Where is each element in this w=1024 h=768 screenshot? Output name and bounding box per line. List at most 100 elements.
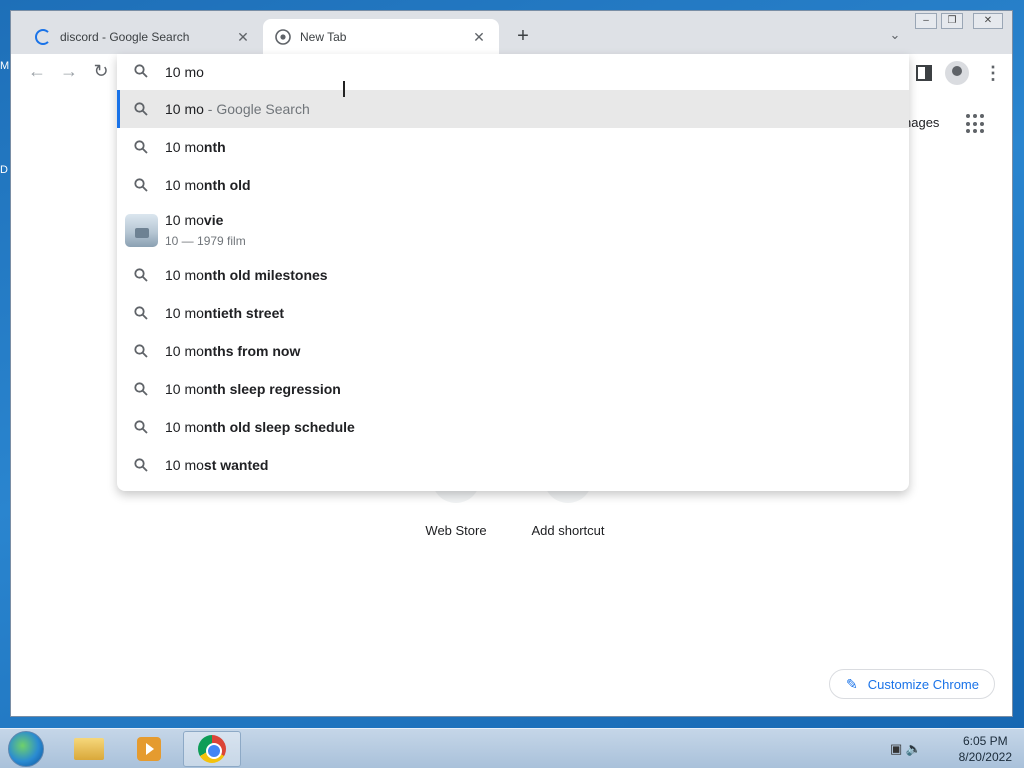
suggestion-typed: 10 mo: [165, 267, 204, 283]
search-icon: [117, 140, 165, 154]
search-icon: [117, 102, 165, 116]
suggestion-row[interactable]: 10 month: [117, 128, 909, 166]
suggestion-text: 10 month: [165, 139, 226, 155]
taskbar-explorer[interactable]: [60, 731, 118, 767]
suggestion-text: 10 month old sleep schedule: [165, 419, 355, 435]
chrome-icon: [275, 28, 291, 45]
taskbar: ▣ 🔈 6:05 PM 8/20/2022: [0, 728, 1024, 768]
suggestion-suffix: - Google Search: [203, 101, 310, 117]
suggestion-text: 10 month sleep regression: [165, 381, 341, 397]
suggestion-completion: nth: [203, 139, 226, 155]
suggestion-text: 10 montieth street: [165, 305, 284, 321]
suggestion-row[interactable]: 10 month old: [117, 166, 909, 204]
suggestion-completion: nth old sleep schedule: [203, 419, 355, 435]
suggestion-list: 10 mo - Google Search 10 month 10 month ol…: [117, 90, 909, 484]
suggestion-typed: 10 mo: [165, 305, 204, 321]
clock-time: 6:05 PM: [962, 734, 1008, 748]
suggestion-completion: nths from now: [203, 343, 301, 359]
suggestion-row[interactable]: 10 movie 10 — 1979 film: [117, 204, 909, 256]
search-icon: [117, 420, 165, 434]
tab-title: New Tab: [300, 29, 347, 44]
shortcut-add[interactable]: Add shortcut: [518, 523, 618, 538]
close-window-button[interactable]: ✕: [973, 13, 1003, 29]
suggestion-completion: nth old milestones: [203, 267, 328, 283]
suggestion-row[interactable]: 10 mo - Google Search: [117, 90, 909, 128]
tab-strip: discord - Google Search ✕ New Tab ✕ + ⌄ …: [11, 11, 1012, 54]
google-apps-icon[interactable]: [966, 114, 986, 134]
profile-avatar-icon[interactable]: [945, 61, 969, 85]
taskbar-media-player[interactable]: [120, 731, 178, 767]
suggestion-typed: 10 mo: [165, 343, 204, 359]
omnibox-input[interactable]: [165, 64, 765, 80]
suggestion-text: 10 month old milestones: [165, 267, 328, 283]
images-link[interactable]: nages: [904, 115, 939, 130]
restore-button[interactable]: ❐: [941, 13, 963, 29]
suggestion-typed: 10 mo: [165, 381, 204, 397]
suggestion-typed: 10 mo: [165, 419, 204, 435]
forward-arrow-icon[interactable]: →: [57, 60, 81, 84]
pencil-icon: ✎: [846, 675, 858, 692]
volume-icon[interactable]: 🔈: [906, 741, 922, 756]
clock-date: 8/20/2022: [958, 750, 1012, 764]
search-icon: [117, 344, 165, 358]
chrome-icon: [198, 735, 226, 763]
tab-search-chevron-icon[interactable]: ⌄: [885, 27, 905, 47]
suggestion-subtitle: 10 — 1979 film: [165, 234, 246, 248]
search-icon: [117, 268, 165, 282]
suggestion-text: 10 movie 10 — 1979 film: [165, 212, 246, 248]
suggestion-text: 10 mo - Google Search: [165, 101, 310, 117]
suggestion-typed: 10 mo: [165, 457, 204, 473]
desktop-icon-label[interactable]: M: [0, 60, 9, 72]
suggestion-completion: nth old: [203, 177, 251, 193]
suggestion-row[interactable]: 10 months from now: [117, 332, 909, 370]
more-menu-icon[interactable]: ⋮: [984, 63, 1002, 83]
new-tab-button[interactable]: +: [511, 25, 535, 49]
tab-new-tab[interactable]: New Tab ✕: [263, 19, 499, 54]
tab-discord-search[interactable]: discord - Google Search ✕: [23, 19, 263, 54]
desktop-icon-label[interactable]: D: [0, 164, 8, 176]
text-cursor-icon: [343, 81, 345, 97]
suggestion-row[interactable]: 10 month old milestones: [117, 256, 909, 294]
suggestion-completion: nth sleep regression: [203, 381, 341, 397]
suggestion-typed: 10 mo: [165, 101, 204, 117]
suggestion-typed: 10 mo: [165, 177, 204, 193]
search-icon: [117, 178, 165, 192]
shortcut-web-store[interactable]: Web Store: [406, 523, 506, 538]
tab-title: discord - Google Search: [60, 29, 190, 44]
suggestion-typed: 10 mo: [165, 139, 204, 155]
tray-icons[interactable]: ▣ 🔈: [890, 741, 922, 757]
suggestion-row[interactable]: 10 month sleep regression: [117, 370, 909, 408]
search-icon: [117, 63, 165, 81]
reload-icon[interactable]: ↻: [89, 60, 113, 84]
omnibox[interactable]: [117, 54, 909, 90]
suggestion-row[interactable]: 10 month old sleep schedule: [117, 408, 909, 446]
media-player-icon: [137, 737, 161, 761]
suggestion-text: 10 most wanted: [165, 457, 269, 473]
customize-chrome-button[interactable]: ✎ Customize Chrome: [829, 669, 995, 699]
search-icon: [117, 458, 165, 472]
suggestion-completion: ntieth street: [203, 305, 285, 321]
suggestion-row[interactable]: 10 montieth street: [117, 294, 909, 332]
suggestion-text: 10 month old: [165, 177, 251, 193]
customize-label: Customize Chrome: [867, 676, 979, 692]
clock[interactable]: 6:05 PM 8/20/2022: [959, 733, 1012, 765]
browser-window: discord - Google Search ✕ New Tab ✕ + ⌄ …: [10, 10, 1013, 717]
suggestion-completion: vie: [203, 212, 224, 228]
side-panel-icon[interactable]: [916, 65, 932, 81]
close-tab-icon[interactable]: ✕: [471, 29, 487, 45]
search-icon: [117, 306, 165, 320]
minimize-button[interactable]: –: [915, 13, 937, 29]
start-button[interactable]: [8, 731, 44, 767]
movie-thumbnail-icon: [117, 213, 165, 247]
omnibox-dropdown: 10 mo - Google Search10 month10 month ol…: [117, 54, 909, 491]
loading-spinner-icon: [35, 28, 51, 45]
suggestion-text: 10 months from now: [165, 343, 300, 359]
suggestion-typed: 10 mo: [165, 212, 204, 228]
back-arrow-icon[interactable]: ←: [25, 60, 49, 84]
search-icon: [117, 382, 165, 396]
folder-icon: [74, 738, 104, 760]
taskbar-chrome[interactable]: [183, 731, 241, 767]
close-tab-icon[interactable]: ✕: [235, 29, 251, 45]
network-icon[interactable]: ▣: [890, 741, 902, 756]
suggestion-row[interactable]: 10 most wanted: [117, 446, 909, 484]
